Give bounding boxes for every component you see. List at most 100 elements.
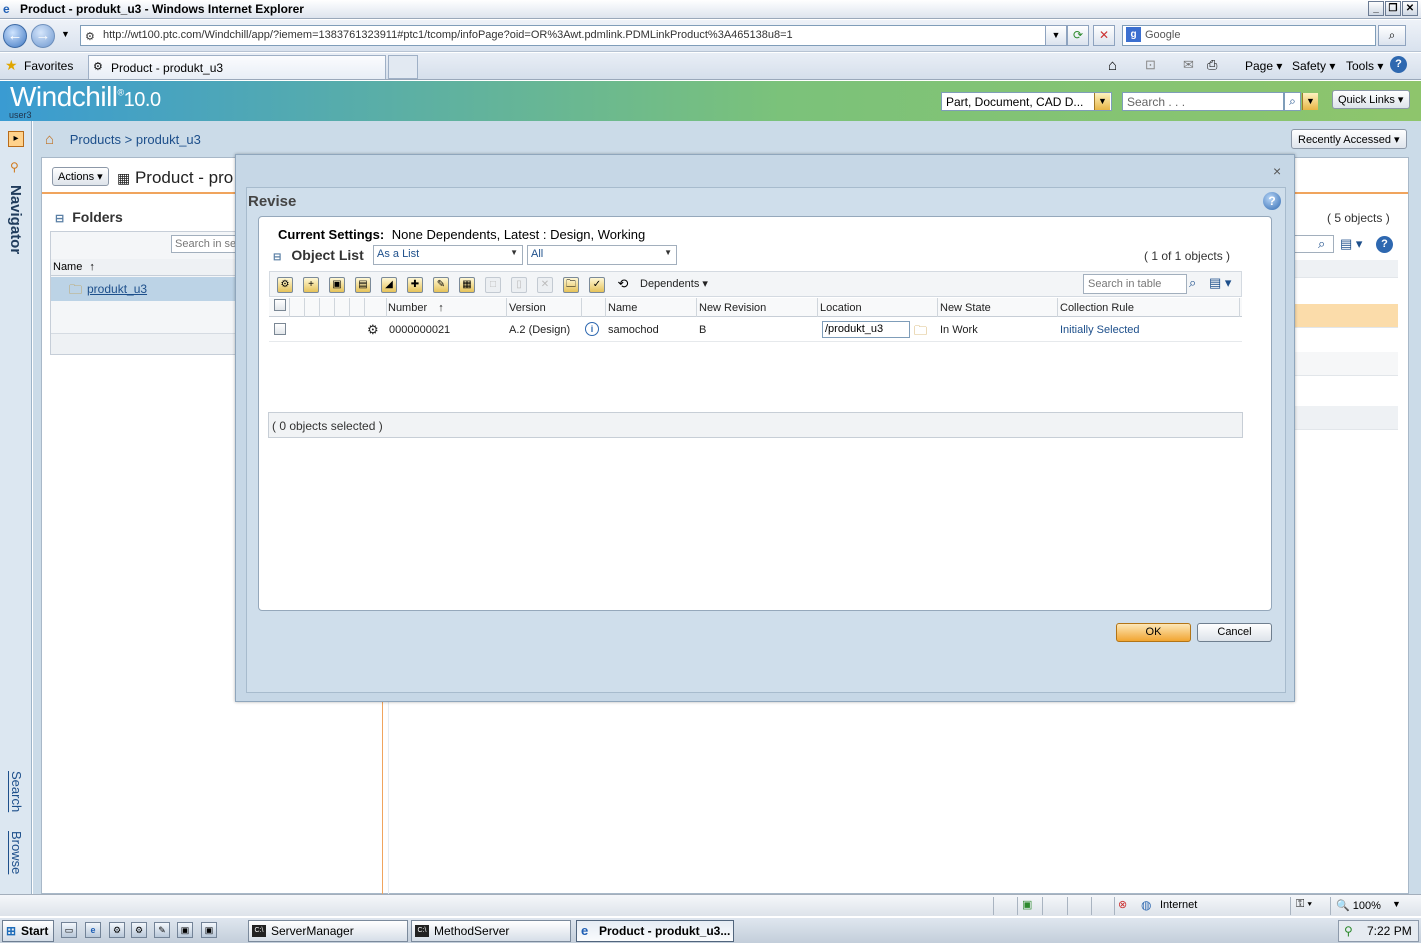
mail-icon[interactable]: ✉ [1183, 57, 1194, 73]
collect-all-icon[interactable]: ▣ [329, 277, 345, 293]
column-collection-rule[interactable]: Collection Rule [1060, 302, 1134, 314]
search-type-select[interactable]: Part, Document, CAD D... [941, 92, 1112, 111]
filter-select[interactable]: All ▼ [527, 245, 677, 265]
show-desktop-icon[interactable]: ▭ [61, 922, 77, 938]
add-objects-icon[interactable]: + [303, 277, 319, 293]
forward-button[interactable]: → [31, 24, 55, 48]
name-column-header[interactable]: Name ↑ [51, 259, 239, 276]
table-view-options-icon[interactable]: ▤ ▾ [1209, 275, 1231, 291]
column-number[interactable]: Number ↑ [388, 302, 444, 314]
collapse-icon[interactable]: ⊟ [55, 213, 64, 225]
home-icon[interactable]: ⌂ [45, 131, 54, 148]
cancel-button[interactable]: Cancel [1197, 623, 1272, 642]
table-row[interactable] [1294, 352, 1398, 376]
browser-tab[interactable]: ⚙ Product - produkt_u3 [88, 55, 386, 79]
column-new-state[interactable]: New State [940, 302, 991, 314]
folder-search-input[interactable]: Search in sel [171, 235, 236, 253]
notepad-quicklaunch-icon[interactable]: ✎ [154, 922, 170, 938]
browser-search-input[interactable]: g Google [1122, 25, 1376, 46]
exclude-icon[interactable]: ▯ [511, 277, 527, 293]
recently-accessed-button[interactable]: Recently Accessed ▾ [1291, 129, 1407, 149]
breadcrumb-current[interactable]: produkt_u3 [136, 132, 201, 147]
safety-menu[interactable]: Safety ▾ [1292, 59, 1335, 73]
console-quicklaunch-icon[interactable]: ▣ [177, 922, 193, 938]
folder-row[interactable]: 🗀 produkt_u3 [51, 277, 239, 301]
search-go-icon[interactable]: ⌕ [1378, 25, 1406, 46]
home-icon[interactable]: ⌂ [1108, 57, 1117, 74]
dependents-button[interactable]: Dependents ▾ [640, 277, 708, 290]
collect-required-icon[interactable]: ▤ [355, 277, 371, 293]
table-search-icon[interactable]: ⌕ [1189, 275, 1196, 291]
print-icon[interactable]: ⎙ [1207, 57, 1217, 73]
ie-help-icon[interactable]: ? [1390, 56, 1407, 73]
delete-icon[interactable]: ✕ [537, 277, 553, 293]
select-all-checkbox[interactable] [274, 299, 286, 311]
navigator-label[interactable]: Navigator [7, 185, 24, 254]
system-clock[interactable]: ⚲ 7:22 PM [1338, 920, 1419, 942]
feeds-icon[interactable]: ⊡ [1145, 57, 1156, 73]
table-view-icon[interactable]: ▦ [459, 277, 475, 293]
task-ie-product[interactable]: e Product - produkt_u3... [576, 920, 734, 942]
search-tab[interactable]: Search [9, 771, 24, 812]
search-options-icon[interactable]: ▼ [1302, 93, 1318, 110]
browse-tab[interactable]: Browse [9, 831, 24, 874]
right-search-input[interactable] [1294, 235, 1334, 253]
column-name[interactable]: Name [608, 302, 637, 314]
table-search-input[interactable]: Search in table [1083, 274, 1187, 294]
type-dropdown-icon[interactable]: ▼ [1094, 93, 1110, 110]
task-methodserver[interactable]: C:\ MethodServer [411, 920, 571, 942]
zoom-level[interactable]: 🔍 100% [1336, 899, 1381, 912]
ok-button[interactable]: OK [1116, 623, 1191, 642]
quick-links-button[interactable]: Quick Links ▾ [1332, 90, 1410, 109]
column-new-revision[interactable]: New Revision [699, 302, 766, 314]
tools-quicklaunch-icon[interactable]: ⚙ [131, 922, 147, 938]
refresh-icon[interactable]: ⟲ [615, 277, 631, 293]
windchill-search-input[interactable]: Search . . . [1122, 92, 1284, 111]
panel-splitter[interactable] [382, 700, 389, 894]
ie-quicklaunch-icon[interactable]: e [85, 922, 101, 938]
maximize-button[interactable]: ❐ [1385, 1, 1401, 16]
search-icon[interactable]: ⚲ [10, 160, 19, 174]
address-dropdown-button[interactable]: ▼ [1045, 25, 1067, 46]
location-input[interactable]: /produkt_u3 [822, 321, 910, 338]
console2-quicklaunch-icon[interactable]: ▣ [201, 922, 217, 938]
settings-quicklaunch-icon[interactable]: ⚙ [109, 922, 125, 938]
browse-folder-icon[interactable]: 🗀 [914, 322, 927, 344]
start-button[interactable]: ⊞ Start [2, 920, 54, 942]
right-search-icon[interactable]: ⌕ [1318, 236, 1325, 252]
new-location-icon[interactable]: ✚ [407, 277, 423, 293]
favorites-button[interactable]: Favorites [24, 59, 73, 73]
cell-collection-rule[interactable]: Initially Selected [1060, 324, 1140, 336]
table-row[interactable] [1294, 304, 1398, 328]
set-revision-icon[interactable]: ◢ [381, 277, 397, 293]
back-button[interactable]: ← [3, 24, 27, 48]
info-icon[interactable]: i [585, 322, 599, 336]
task-servermanager[interactable]: C:\ ServerManager [248, 920, 408, 942]
network-tray-icon[interactable]: ⚲ [1344, 924, 1353, 938]
remove-icon[interactable]: □ [485, 277, 501, 293]
expand-navigator-icon[interactable]: ▸ [8, 131, 24, 147]
check-icon[interactable]: ✓ [589, 277, 605, 293]
new-tab-button[interactable] [388, 55, 418, 79]
set-state-icon[interactable]: ✎ [433, 277, 449, 293]
table-row[interactable]: ⚙ 0000000021 A.2 (Design) i samochod B /… [269, 318, 1242, 342]
close-window-button[interactable]: ✕ [1402, 1, 1418, 16]
folder-location-icon[interactable]: 🗀 [563, 277, 579, 293]
breadcrumb-products[interactable]: Products [70, 132, 121, 147]
help-icon[interactable]: ? [1263, 192, 1281, 210]
zoom-dropdown-icon[interactable]: ▼ [1392, 899, 1401, 909]
collapse-icon[interactable]: ⊟ [273, 252, 281, 263]
view-select[interactable]: As a List ▼ [373, 245, 523, 265]
page-menu[interactable]: Page ▾ [1245, 59, 1282, 73]
tools-menu[interactable]: Tools ▾ [1346, 59, 1383, 73]
history-dropdown-icon[interactable]: ▼ [61, 29, 70, 39]
close-icon[interactable]: × [1273, 163, 1281, 179]
protected-mode-icon[interactable]: ⚿ ▾ [1296, 898, 1312, 911]
set-options-icon[interactable]: ⚙ [277, 277, 293, 293]
search-go-icon[interactable]: ⌕ [1284, 92, 1301, 111]
minimize-button[interactable]: _ [1368, 1, 1384, 16]
stop-icon[interactable]: ✕ [1093, 25, 1115, 46]
folder-link[interactable]: produkt_u3 [87, 282, 147, 296]
address-bar[interactable]: ⚙ http://wt100.ptc.com/Windchill/app/?ie… [80, 25, 1060, 46]
row-checkbox[interactable] [274, 323, 286, 335]
